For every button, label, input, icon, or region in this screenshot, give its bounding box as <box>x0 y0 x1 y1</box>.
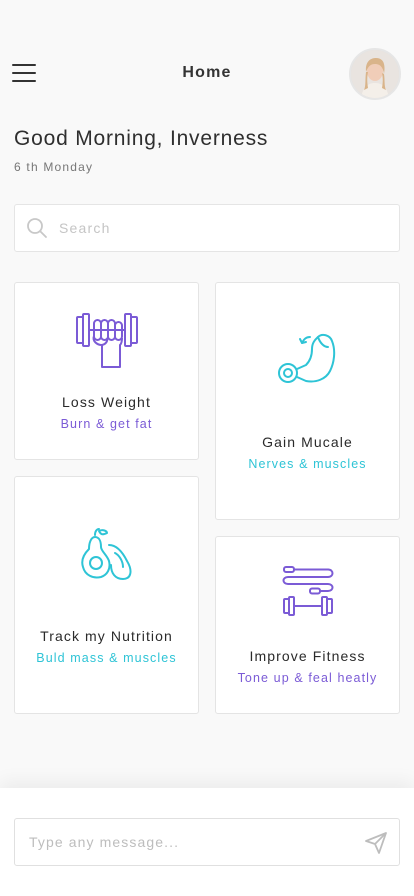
date-label: 6 th Monday <box>14 160 94 174</box>
card-title: Improve Fitness <box>249 648 366 664</box>
search-input[interactable] <box>59 220 379 236</box>
dumbbell-fist-icon <box>15 311 198 369</box>
send-paper-plane-icon[interactable] <box>363 830 389 856</box>
card-title: Track my Nutrition <box>40 628 173 644</box>
card-subtitle: Burn & get fat <box>60 417 153 431</box>
card-track-nutrition[interactable]: Track my Nutrition Buld mass & muscles <box>14 476 199 714</box>
card-subtitle: Nerves & muscles <box>248 457 367 471</box>
message-input[interactable] <box>29 834 349 850</box>
jump-rope-barbell-icon <box>216 563 399 619</box>
card-title: Gain Mucale <box>262 434 353 450</box>
card-title: Loss Weight <box>62 394 151 410</box>
greeting-heading: Good Morning, Inverness <box>14 127 269 150</box>
card-subtitle: Tone up & feal heatly <box>237 671 378 685</box>
avatar[interactable] <box>349 48 401 100</box>
avocado-pear-icon <box>15 525 198 581</box>
message-composer[interactable] <box>14 818 400 866</box>
flexed-arm-icon <box>216 329 399 389</box>
card-improve-fitness[interactable]: Improve Fitness Tone up & feal heatly <box>215 536 400 714</box>
top-bar: Home <box>0 44 414 102</box>
card-loss-weight[interactable]: Loss Weight Burn & get fat <box>14 282 199 460</box>
search-icon <box>15 204 59 252</box>
card-gain-muscle[interactable]: Gain Mucale Nerves & muscles <box>215 282 400 520</box>
card-subtitle: Buld mass & muscles <box>36 651 177 665</box>
search-box[interactable] <box>14 204 400 252</box>
